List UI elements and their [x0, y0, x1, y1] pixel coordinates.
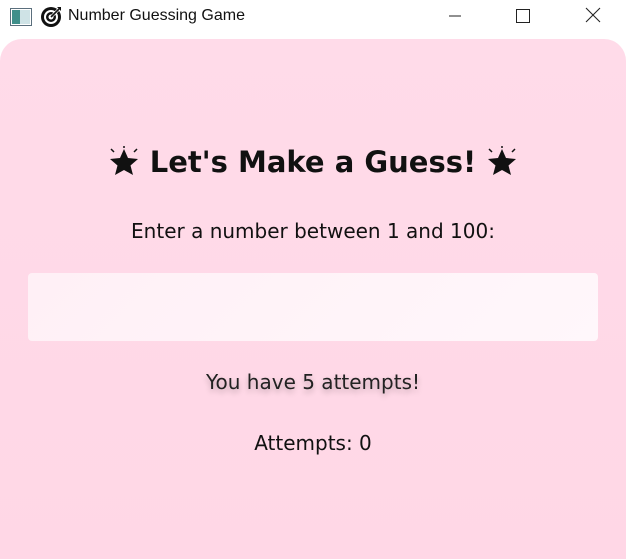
guess-input[interactable]: [28, 273, 598, 341]
title-bar: Number Guessing Game: [0, 0, 626, 36]
minimize-button[interactable]: [432, 0, 478, 34]
app-window: Number Guessing Game Let's Make a Guess!…: [0, 0, 626, 559]
close-button[interactable]: [570, 0, 616, 34]
window-title: Number Guessing Game: [68, 7, 245, 24]
window-app-icon: [10, 8, 32, 26]
page-title: Let's Make a Guess!: [0, 145, 626, 179]
target-icon: [40, 6, 62, 28]
attempts-counter: Attempts: 0: [254, 431, 372, 455]
star-icon: [486, 146, 518, 178]
close-icon: [585, 7, 601, 27]
maximize-icon: [516, 8, 530, 27]
guess-prompt: Enter a number between 1 and 100:: [131, 219, 495, 243]
heading-text: Let's Make a Guess!: [149, 145, 477, 179]
minimize-icon: [448, 8, 462, 27]
star-icon: [108, 146, 140, 178]
maximize-button[interactable]: [500, 0, 546, 34]
attempts-remaining-text: You have 5 attempts!: [205, 370, 421, 394]
